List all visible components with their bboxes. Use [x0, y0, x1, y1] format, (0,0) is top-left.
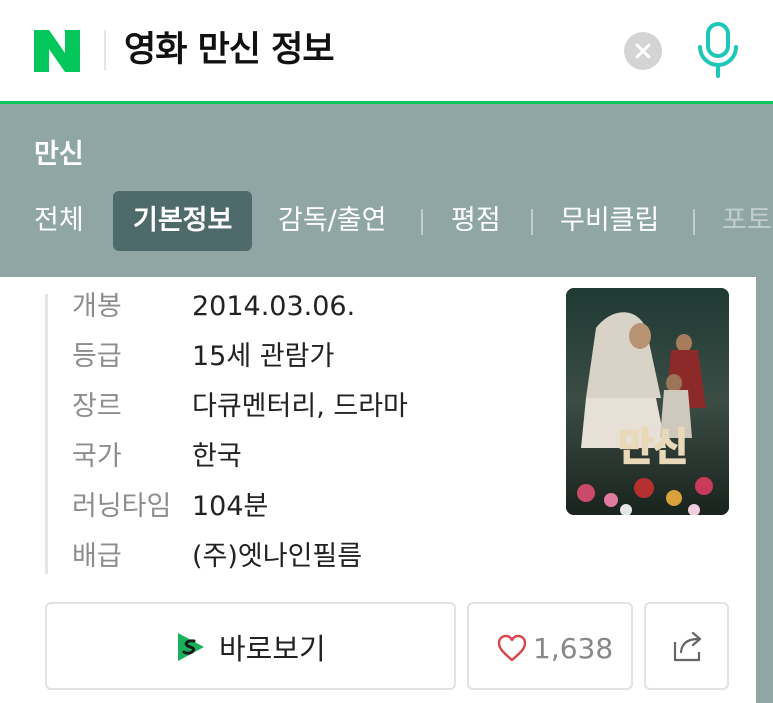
info-value: 다큐멘터리, 드라마	[192, 391, 408, 422]
share-button[interactable]	[644, 602, 729, 690]
tab-bar: 전체 기본정보 감독/출연 평점 무비클립 포토	[0, 189, 773, 253]
naver-logo-icon[interactable]	[34, 30, 80, 72]
info-key: 등급	[72, 341, 122, 372]
watch-now-button[interactable]: 바로보기	[45, 602, 456, 690]
tab-rating[interactable]: 평점	[451, 191, 501, 251]
tab-all[interactable]: 전체	[34, 191, 84, 251]
info-value[interactable]: (주)엣나인필름	[192, 537, 362, 577]
info-key: 개봉	[72, 291, 122, 322]
like-button-content: 1,638	[497, 626, 613, 670]
info-value: 한국	[192, 441, 242, 472]
search-header: 영화 만신 정보	[0, 0, 773, 104]
poster-title: 만신	[618, 425, 688, 469]
info-value: 15세 관람가	[192, 341, 335, 372]
tab-movie-clip[interactable]: 무비클립	[560, 191, 659, 251]
tab-separator	[531, 209, 533, 235]
clear-icon	[635, 43, 651, 59]
info-key: 국가	[72, 441, 122, 472]
header-divider	[104, 30, 106, 70]
tab-basic-info[interactable]: 기본정보	[113, 191, 253, 251]
info-key: 러닝타임	[72, 491, 172, 522]
play-s-icon	[178, 633, 204, 661]
movie-tab-band: 만신 전체 기본정보 감독/출연 평점 무비클립 포토	[0, 107, 773, 277]
movie-poster[interactable]: 만신	[566, 288, 729, 515]
mic-icon[interactable]	[694, 20, 742, 82]
info-left-rule	[45, 294, 48, 574]
watch-now-label: 바로보기	[219, 632, 326, 666]
info-value: 2014.03.06.	[192, 291, 356, 322]
like-count: 1,638	[533, 631, 614, 665]
tab-director-cast[interactable]: 감독/출연	[278, 191, 386, 251]
watch-button-content: 바로보기	[175, 624, 326, 670]
search-query-input[interactable]: 영화 만신 정보	[124, 26, 335, 74]
share-icon	[673, 631, 702, 662]
poster-image: 만신	[566, 288, 729, 515]
info-key: 배급	[72, 541, 122, 572]
info-key: 장르	[72, 391, 122, 422]
clear-search-button[interactable]	[624, 32, 662, 70]
info-value: 104분	[192, 491, 269, 522]
movie-title: 만신	[34, 139, 84, 170]
tab-separator	[421, 209, 423, 235]
tab-photo[interactable]: 포토	[722, 191, 772, 251]
basic-info-card: 개봉 2014.03.06. 등급 15세 관람가 장르 다큐멘터리, 드라마 …	[0, 277, 756, 703]
tab-separator	[693, 209, 695, 235]
heart-icon	[497, 634, 527, 662]
like-button[interactable]: 1,638	[467, 602, 633, 690]
